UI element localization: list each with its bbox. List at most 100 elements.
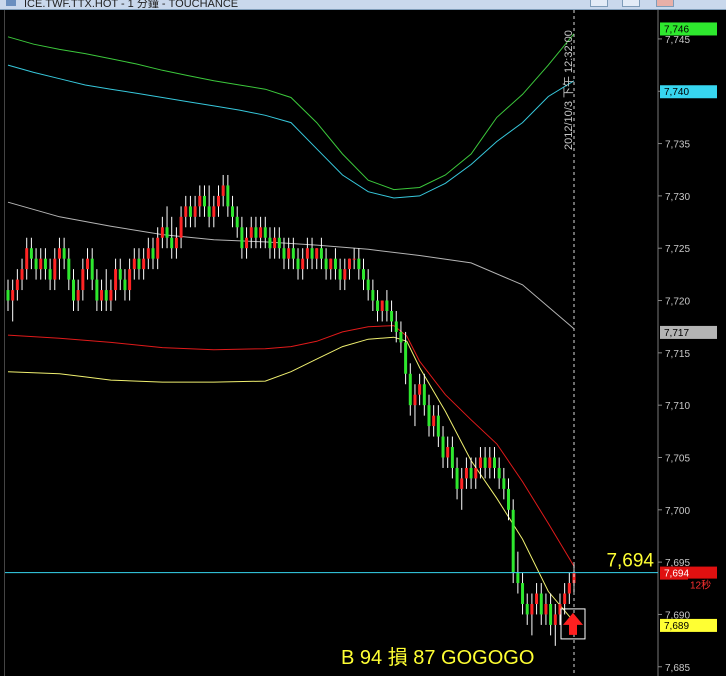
candle-body (450, 447, 454, 468)
price-chart[interactable]: 7,6857,6907,6957,7007,7057,7107,7157,720… (0, 10, 726, 676)
candle-body (245, 237, 249, 249)
candle-body (62, 248, 66, 259)
candle-body (188, 206, 192, 217)
candle-body (231, 206, 235, 217)
candle-body (455, 467, 459, 489)
candle-body (441, 436, 445, 458)
candle-body (123, 279, 127, 291)
candle-body (511, 509, 515, 573)
candle-body (357, 258, 361, 270)
candle-body (418, 384, 422, 395)
y-tick-label: 7,710 (665, 401, 690, 412)
y-tick-label: 7,720 (665, 297, 690, 308)
candle-body (291, 248, 295, 259)
countdown-label: 12秒 (690, 579, 711, 592)
candle-body (43, 258, 47, 270)
candle-body (422, 384, 426, 406)
candle-body (464, 467, 468, 479)
candle-body (76, 290, 80, 301)
candle-body (315, 248, 319, 259)
price-tag-label: 7,746 (664, 24, 689, 35)
candle-body (404, 342, 408, 374)
candle-body (160, 227, 164, 238)
candle-body (39, 258, 43, 270)
candle-body (535, 593, 539, 604)
candle-body (413, 394, 417, 406)
candle-body (563, 593, 567, 604)
maximize-button[interactable] (622, 0, 640, 7)
y-tick-label: 7,730 (665, 192, 690, 203)
candle-body (394, 321, 398, 332)
candle-body (478, 457, 482, 468)
candle-body (109, 290, 113, 301)
minimize-button[interactable] (590, 0, 608, 7)
candle-body (549, 603, 553, 625)
candle-body (310, 248, 314, 259)
candle-body (146, 248, 150, 259)
candle-body (235, 216, 239, 228)
buy-arrow-icon (563, 612, 583, 635)
candle-body (20, 269, 24, 280)
candle-body (216, 195, 220, 207)
candle-body (198, 195, 202, 207)
price-tag-label: 7,740 (664, 87, 689, 98)
candle-body (338, 269, 342, 280)
candle-body (128, 269, 132, 291)
price-tag-label: 7,717 (664, 328, 689, 339)
candle-body (319, 248, 323, 259)
candle-body (296, 258, 300, 270)
candle-body (165, 227, 169, 238)
upper-band-outer-line (7, 33, 575, 191)
annotations: B 94 損 87 GOGOGO (341, 608, 586, 669)
candle-body (240, 227, 244, 249)
candle-body (254, 227, 258, 238)
candle-body (502, 478, 506, 489)
strategy-note: B 94 損 87 GOGOGO (341, 646, 534, 669)
candle-body (385, 300, 389, 311)
candle-body (212, 206, 216, 217)
mid-average-line (7, 325, 575, 567)
candle-body (362, 269, 366, 280)
candle-body (567, 583, 571, 594)
candle-body (48, 269, 52, 280)
candle-body (432, 415, 436, 427)
candle-body (427, 405, 431, 427)
candle-body (492, 457, 496, 468)
candle-body (95, 279, 99, 301)
candle-body (399, 331, 403, 343)
y-tick-label: 7,705 (665, 453, 690, 464)
price-tags: 7,746 7,740 7,717 7,694 7,689 12秒 (660, 22, 717, 632)
candle-body (436, 415, 440, 437)
candle-body (347, 258, 351, 270)
candle-body (71, 279, 75, 301)
fast-average-line (7, 336, 575, 623)
candle-body (104, 290, 108, 301)
y-tick-label: 7,715 (665, 349, 690, 360)
candle-body (6, 290, 10, 301)
upper-band-inner-line (7, 64, 575, 199)
candle-body (268, 237, 272, 249)
candle-body (301, 258, 305, 270)
candle-body (202, 195, 206, 207)
candle-body (273, 237, 277, 249)
y-tick-label: 7,745 (665, 35, 690, 46)
candle-body (207, 206, 211, 217)
candle-body (156, 237, 160, 259)
close-button[interactable] (656, 0, 674, 7)
candle-body (34, 258, 38, 270)
y-tick-label: 7,725 (665, 244, 690, 255)
crosshair-datetime-label: 2012/10/3 下午 12:32:00 (562, 30, 575, 150)
candle-body (352, 258, 356, 260)
candle-body (488, 457, 492, 468)
candle-body (259, 227, 263, 238)
candle-body (329, 258, 333, 270)
candle-body (193, 206, 197, 217)
candle-body (132, 258, 136, 270)
price-tag-label: 7,694 (664, 569, 689, 580)
candle-body (516, 572, 520, 584)
candle-body (324, 258, 328, 270)
candle-body (179, 216, 183, 238)
candle-body (53, 258, 57, 280)
y-tick-label: 7,700 (665, 506, 690, 517)
candle-body (86, 258, 90, 270)
